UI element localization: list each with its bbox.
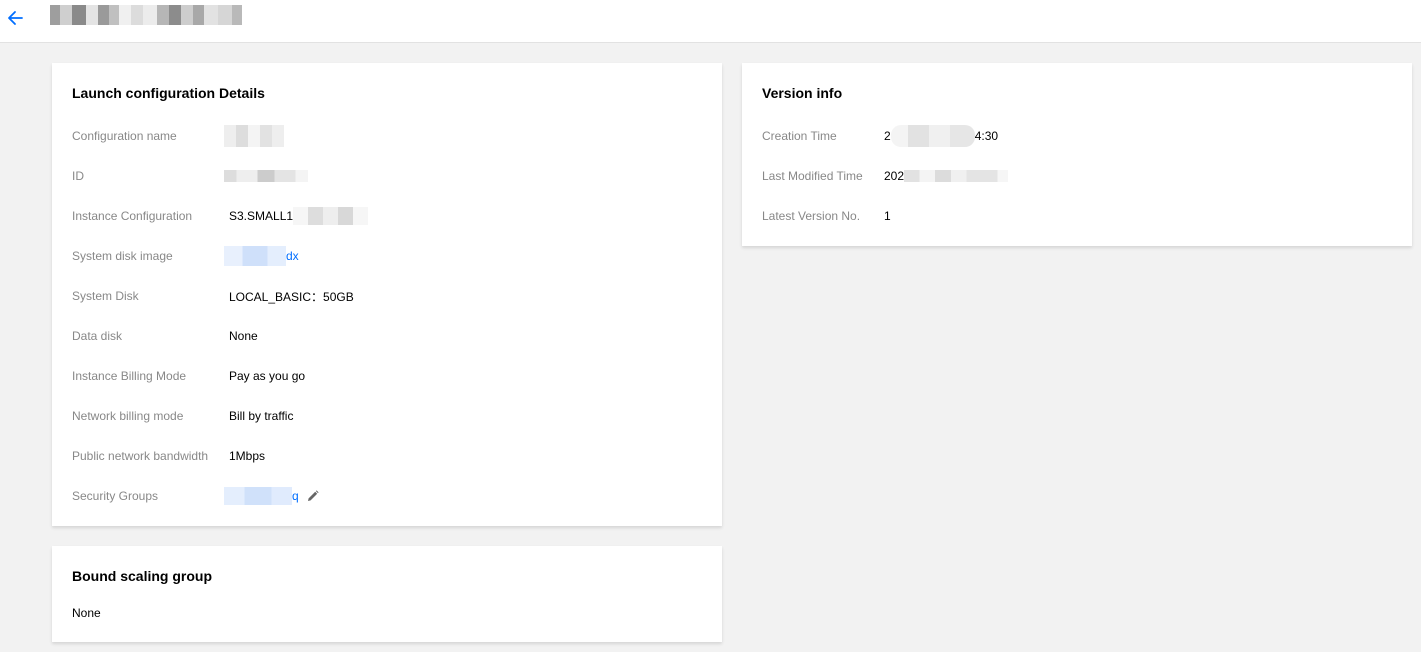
- row-label: Network billing mode: [72, 409, 184, 423]
- masked-value: [224, 170, 308, 182]
- bound-value: None: [72, 606, 101, 620]
- masked-value: [224, 125, 284, 147]
- row-label: Security Groups: [72, 489, 159, 503]
- masked-link[interactable]: [224, 487, 292, 505]
- row-label: Last Modified Time: [762, 169, 863, 183]
- row-creation-time: Creation Time 2 4:30: [762, 125, 998, 147]
- row-label: Configuration name: [72, 129, 177, 143]
- system-disk-image-link[interactable]: dx: [286, 249, 299, 263]
- row-value: [224, 170, 308, 182]
- row-value[interactable]: dx: [224, 246, 299, 266]
- row-value: None: [229, 329, 258, 343]
- page-title: [50, 5, 242, 25]
- row-public-network-bandwidth: Public network bandwidth 1Mbps: [72, 448, 265, 464]
- bound-scaling-group-card: Bound scaling group None: [52, 546, 722, 642]
- masked-value: [904, 170, 1009, 182]
- bound-title: Bound scaling group: [72, 568, 212, 584]
- row-value: 1Mbps: [229, 449, 266, 463]
- arrow-left-icon: [8, 11, 23, 25]
- back-button[interactable]: [6, 8, 26, 28]
- creation-time-prefix: 2: [884, 129, 891, 143]
- row-instance-configuration: Instance Configuration S3.SMALL1: [72, 207, 369, 225]
- masked-value: [890, 125, 975, 147]
- instance-config-value: S3.SMALL1: [229, 209, 294, 223]
- row-label: System Disk: [72, 289, 139, 303]
- masked-value: [293, 207, 369, 225]
- creation-time-suffix: 4:30: [974, 129, 999, 143]
- row-id: ID: [72, 168, 308, 184]
- launch-config-details-card: Launch configuration Details Configurati…: [52, 63, 722, 526]
- row-value: 2 4:30: [884, 125, 998, 147]
- version-info-card: Version info Creation Time 2 4:30 Last M…: [742, 63, 1412, 246]
- row-value: 202: [884, 169, 1009, 183]
- row-instance-billing-mode: Instance Billing Mode Pay as you go: [72, 368, 305, 384]
- row-last-modified-time: Last Modified Time 202: [762, 168, 1009, 184]
- row-value[interactable]: q: [224, 487, 319, 505]
- row-label: Latest Version No.: [762, 209, 861, 223]
- masked-link[interactable]: [224, 246, 286, 266]
- row-network-billing-mode: Network billing mode Bill by traffic: [72, 408, 293, 424]
- row-label: Data disk: [72, 329, 123, 343]
- row-security-groups: Security Groups q: [72, 487, 319, 505]
- row-label: Instance Billing Mode: [72, 369, 187, 383]
- row-value: [224, 125, 284, 147]
- row-label: Instance Configuration: [72, 209, 193, 223]
- row-value: Bill by traffic: [229, 409, 294, 423]
- row-label: ID: [72, 169, 84, 183]
- row-label: System disk image: [72, 249, 173, 263]
- row-label: Creation Time: [762, 129, 837, 143]
- row-value: S3.SMALL1: [229, 207, 369, 225]
- row-value: 1: [884, 209, 891, 223]
- row-label: Public network bandwidth: [72, 449, 209, 463]
- row-system-disk-image: System disk image dx: [72, 246, 299, 266]
- pencil-icon[interactable]: [307, 490, 319, 502]
- bound-value-row: None: [72, 605, 101, 621]
- top-bar: [0, 0, 1421, 43]
- version-title: Version info: [762, 85, 843, 101]
- last-modified-prefix: 202: [884, 169, 905, 183]
- details-title: Launch configuration Details: [72, 85, 265, 101]
- row-system-disk: System Disk LOCAL_BASIC：50GB: [72, 288, 354, 304]
- row-value: LOCAL_BASIC：50GB: [229, 289, 354, 304]
- row-configuration-name: Configuration name: [72, 125, 284, 147]
- row-latest-version: Latest Version No. 1: [762, 208, 891, 224]
- row-value: Pay as you go: [229, 369, 306, 383]
- row-data-disk: Data disk None: [72, 328, 258, 344]
- security-group-link[interactable]: q: [292, 489, 299, 503]
